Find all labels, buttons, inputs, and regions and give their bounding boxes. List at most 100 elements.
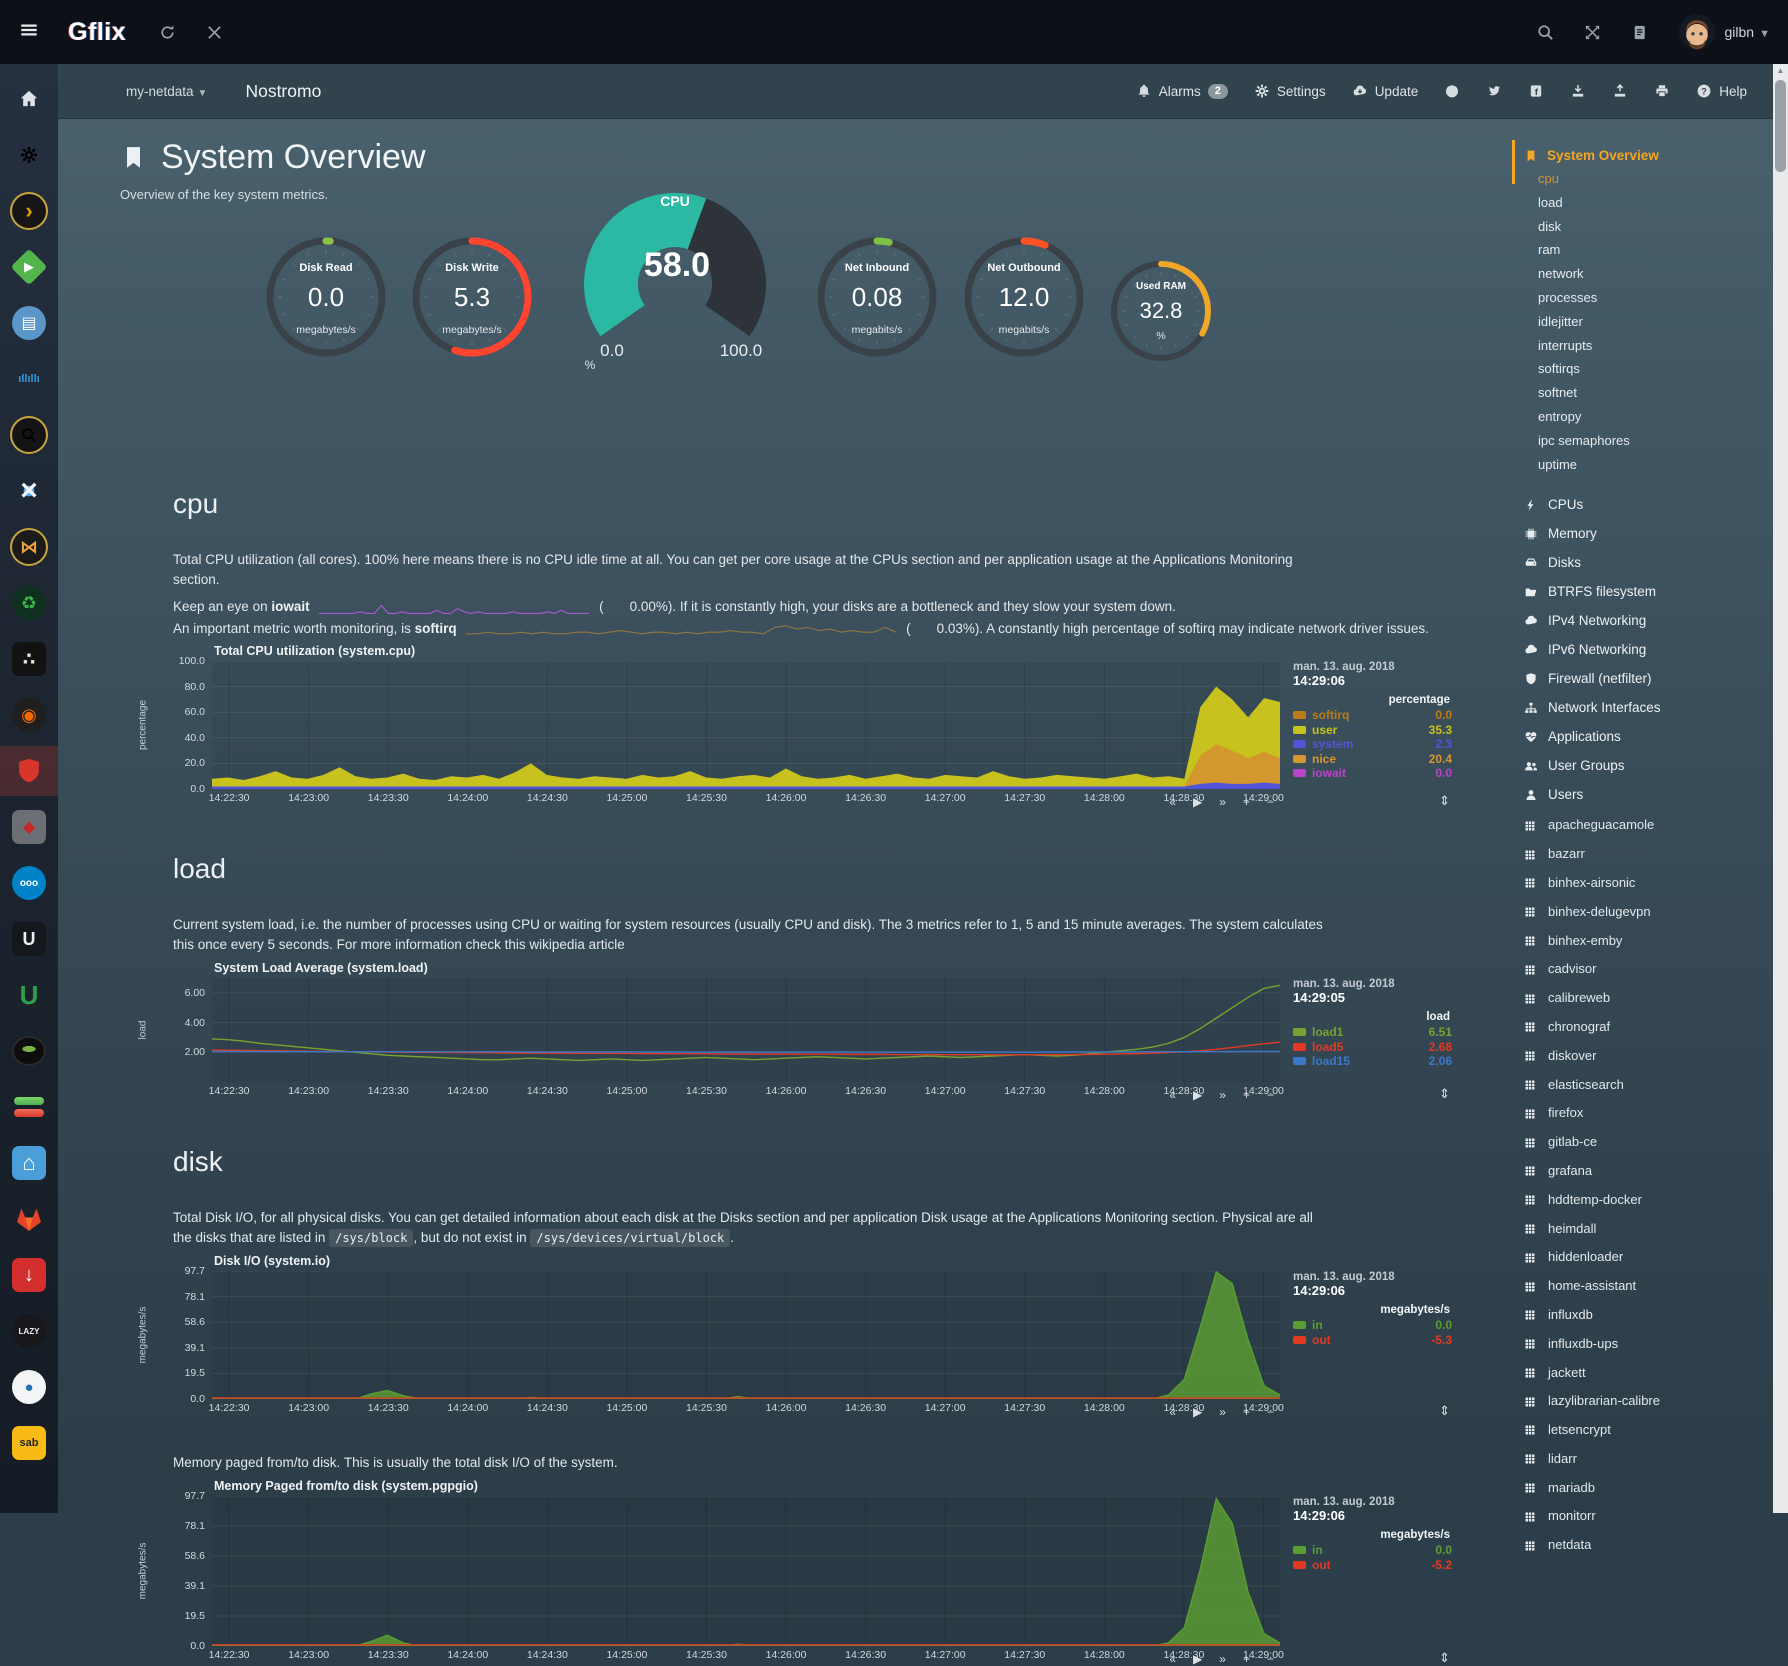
legend-item-load1[interactable]: load16.51 <box>1293 1025 1452 1040</box>
sidebar-item-library-books[interactable]: ▤ <box>0 298 58 348</box>
legend-item-softirq[interactable]: softirq0.0 <box>1293 708 1452 723</box>
chart-forward-button[interactable]: » <box>1219 1088 1226 1102</box>
chart-zoom-in-button[interactable]: + <box>1243 1088 1250 1102</box>
hamburger-menu-icon[interactable] <box>0 19 58 46</box>
facebook-icon[interactable] <box>1528 83 1544 99</box>
menu-item-processes[interactable]: processes <box>1512 286 1773 310</box>
legend-item-load15[interactable]: load152.06 <box>1293 1054 1452 1069</box>
chart-zoom-out-button[interactable]: − <box>1267 1088 1274 1102</box>
legend-item-nice[interactable]: nice20.4 <box>1293 752 1452 767</box>
menu-item-cpu[interactable]: cpu <box>1512 167 1773 191</box>
menu-app-hiddenloader[interactable]: hiddenloader <box>1512 1243 1773 1272</box>
menu-app-influxdb-ups[interactable]: influxdb-ups <box>1512 1330 1773 1359</box>
menu-app-jackett[interactable]: jackett <box>1512 1359 1773 1388</box>
chart-play-button[interactable]: ▶ <box>1193 795 1202 809</box>
gauge-net-inbound[interactable]: Net Inbound0.08megabits/s <box>812 232 942 367</box>
chart-zoom-out-button[interactable]: − <box>1267 1652 1274 1666</box>
menu-section-disks[interactable]: Disks <box>1512 548 1773 577</box>
chart-zoom-in-button[interactable]: + <box>1243 1652 1250 1666</box>
legend-item-out[interactable]: out-5.2 <box>1293 1558 1452 1573</box>
sidebar-item-emby[interactable]: ▶ <box>0 242 58 292</box>
menu-app-cadvisor[interactable]: cadvisor <box>1512 955 1773 984</box>
sidebar-item-bowtie[interactable]: ⋈ <box>0 522 58 572</box>
chart-disk[interactable]: Disk I/O (system.io)megabytes/s97.778.15… <box>130 1254 1452 1399</box>
twitter-icon[interactable] <box>1486 83 1502 99</box>
menu-section-firewall-netfilter-[interactable]: Firewall (netfilter) <box>1512 664 1773 693</box>
menu-app-netdata[interactable]: netdata <box>1512 1531 1773 1560</box>
legend-item-in[interactable]: in0.0 <box>1293 1318 1452 1333</box>
menu-app-home-assistant[interactable]: home-assistant <box>1512 1272 1773 1301</box>
menu-app-grafana[interactable]: grafana <box>1512 1157 1773 1186</box>
chart-resize-handle[interactable]: ⇕ <box>1439 793 1450 809</box>
chart-zoom-in-button[interactable]: + <box>1243 795 1250 809</box>
chart-forward-button[interactable]: » <box>1219 1652 1226 1666</box>
sidebar-item-red-cubes[interactable]: ◆ <box>0 802 58 852</box>
menu-app-lidarr[interactable]: lidarr <box>1512 1445 1773 1474</box>
menu-section-user-groups[interactable]: User Groups <box>1512 751 1773 780</box>
legend-item-load5[interactable]: load52.68 <box>1293 1040 1452 1055</box>
menu-app-binhex-delugevpn[interactable]: binhex-delugevpn <box>1512 898 1773 927</box>
username-menu[interactable]: gilbn▼ <box>1725 24 1770 40</box>
refresh-icon[interactable] <box>158 23 177 42</box>
chart-play-button[interactable]: ▶ <box>1193 1088 1202 1102</box>
chart-resize-handle[interactable]: ⇕ <box>1439 1086 1450 1102</box>
menu-app-firefox[interactable]: firefox <box>1512 1099 1773 1128</box>
sidebar-item-airsonic-wave[interactable]: ıllıllı <box>0 354 58 404</box>
menu-item-entropy[interactable]: entropy <box>1512 405 1773 429</box>
legend-item-out[interactable]: out-5.3 <box>1293 1333 1452 1348</box>
menu-section-users[interactable]: Users <box>1512 780 1773 809</box>
menu-app-mariadb[interactable]: mariadb <box>1512 1474 1773 1503</box>
menu-item-disk[interactable]: disk <box>1512 215 1773 239</box>
github-icon[interactable] <box>1444 83 1460 99</box>
menu-item-ipc-semaphores[interactable]: ipc semaphores <box>1512 429 1773 453</box>
menu-item-softnet[interactable]: softnet <box>1512 381 1773 405</box>
menu-item-network[interactable]: network <box>1512 262 1773 286</box>
gauge-disk-write[interactable]: Disk Write5.3megabytes/s <box>407 232 537 367</box>
sidebar-item-water-drop[interactable]: ● <box>0 1362 58 1412</box>
chart-resize-handle[interactable]: ⇕ <box>1439 1650 1450 1666</box>
menu-section-network-interfaces[interactable]: Network Interfaces <box>1512 693 1773 722</box>
search-icon[interactable] <box>1536 23 1555 42</box>
sidebar-item-x-blades[interactable]: × <box>0 466 58 516</box>
menu-section-ipv4-networking[interactable]: IPv4 Networking <box>1512 606 1773 635</box>
sidebar-item-home-assistant[interactable]: ⌂ <box>0 1138 58 1188</box>
chart-zoom-in-button[interactable]: + <box>1243 1405 1250 1419</box>
menu-section-cpus[interactable]: CPUs <box>1512 490 1773 519</box>
sidebar-item-gitlab-fox[interactable] <box>0 1194 58 1244</box>
menu-app-letsencrypt[interactable]: letsencrypt <box>1512 1416 1773 1445</box>
menu-item-idlejitter[interactable]: idlejitter <box>1512 310 1773 334</box>
menu-section-applications[interactable]: Applications <box>1512 722 1773 751</box>
menu-app-elasticsearch[interactable]: elasticsearch <box>1512 1071 1773 1100</box>
sidebar-item-green-u[interactable]: U <box>0 970 58 1020</box>
chart-plot-area[interactable]: 14:22:3014:23:0014:23:3014:24:0014:24:30… <box>212 1496 1280 1646</box>
chart-play-button[interactable]: ▶ <box>1193 1405 1202 1419</box>
sidebar-item-node-graph[interactable]: ∴ <box>0 634 58 684</box>
menu-app-monitorr[interactable]: monitorr <box>1512 1502 1773 1531</box>
sidebar-item-home[interactable] <box>0 74 58 124</box>
menu-section-btrfs-filesystem[interactable]: BTRFS filesystem <box>1512 577 1773 606</box>
menu-app-diskover[interactable]: diskover <box>1512 1042 1773 1071</box>
sidebar-item-sabnzbd[interactable]: sab <box>0 1418 58 1468</box>
sidebar-item-red-shield[interactable] <box>0 746 58 796</box>
chart-plot-area[interactable]: 14:22:3014:23:0014:23:3014:24:0014:24:30… <box>212 661 1280 789</box>
export-icon[interactable] <box>1612 83 1628 99</box>
menu-app-bazarr[interactable]: bazarr <box>1512 840 1773 869</box>
sidebar-item-nextcloud[interactable]: ooo <box>0 858 58 908</box>
app-title[interactable]: Gflix <box>68 18 126 47</box>
sidebar-item-unraid[interactable]: U <box>0 914 58 964</box>
menu-item-uptime[interactable]: uptime <box>1512 453 1773 477</box>
gauge-used-ram[interactable]: Used RAM32.8% <box>1106 256 1216 371</box>
menu-app-binhex-airsonic[interactable]: binhex-airsonic <box>1512 869 1773 898</box>
server-dropdown[interactable]: my-netdata▼ <box>126 84 207 99</box>
changelog-icon[interactable] <box>1630 23 1649 42</box>
menu-app-calibreweb[interactable]: calibreweb <box>1512 984 1773 1013</box>
chart-zoom-out-button[interactable]: − <box>1267 1405 1274 1419</box>
menu-app-apacheguacamole[interactable]: apacheguacamole <box>1512 811 1773 840</box>
menu-item-interrupts[interactable]: interrupts <box>1512 334 1773 358</box>
legend-item-in[interactable]: in0.0 <box>1293 1543 1452 1558</box>
chart-load[interactable]: System Load Average (system.load)load6.0… <box>130 961 1452 1082</box>
menu-section-memory[interactable]: Memory <box>1512 519 1773 548</box>
chart-backward-button[interactable]: « <box>1169 795 1176 809</box>
menu-item-softirqs[interactable]: softirqs <box>1512 357 1773 381</box>
menu-app-influxdb[interactable]: influxdb <box>1512 1301 1773 1330</box>
